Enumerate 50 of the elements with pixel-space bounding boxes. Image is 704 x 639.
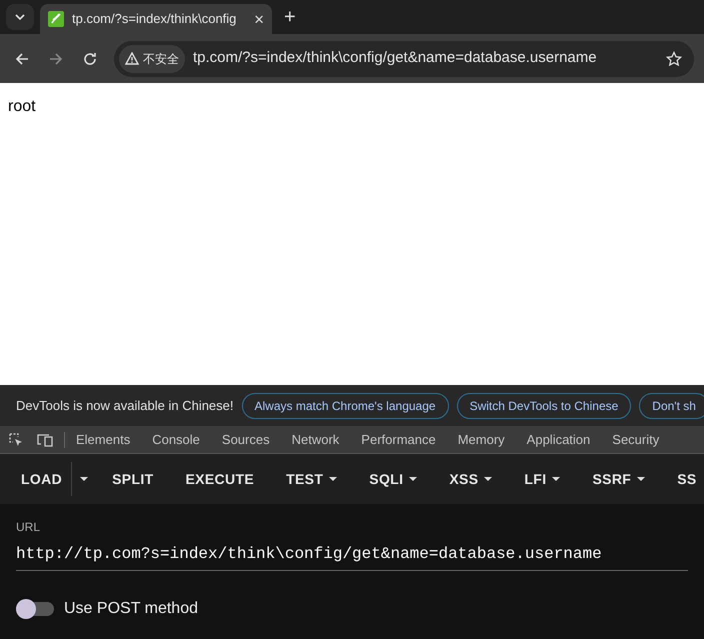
infobar-message: DevTools is now available in Chinese!	[16, 396, 234, 415]
caret-icon	[637, 477, 646, 481]
close-tab-button[interactable]: ×	[254, 10, 264, 28]
caret-icon	[80, 477, 88, 481]
menu-button[interactable]: SQLI	[353, 468, 434, 490]
menu-button[interactable]: LFI	[508, 468, 576, 490]
page-text: root	[8, 98, 36, 115]
devtools-tab[interactable]: Application	[516, 430, 602, 450]
new-tab-button[interactable]: +	[278, 7, 302, 27]
infobar-button[interactable]: Switch DevTools to Chinese	[456, 392, 632, 418]
warning-icon	[125, 52, 139, 65]
caret-icon	[409, 477, 418, 481]
url-text: tp.com/?s=index/think\config/get&name=database.username	[193, 48, 598, 68]
back-arrow-icon[interactable]	[14, 50, 30, 66]
infobar-button[interactable]: Don't sh	[639, 392, 704, 418]
devtools-tab[interactable]: Performance	[350, 430, 447, 450]
menu-button[interactable]: SSRF	[576, 468, 662, 490]
post-method-label: Use POST method	[64, 599, 198, 619]
devtools-tab[interactable]: Network	[280, 430, 350, 450]
site-favicon-icon	[48, 11, 64, 27]
device-toolbar-icon[interactable]	[36, 432, 54, 446]
url-field[interactable]: URL http://tp.com?s=index/think\config/get&name=database.username	[16, 518, 688, 571]
caret-icon	[552, 477, 560, 481]
security-label: 不安全	[143, 50, 179, 68]
devtools-tab[interactable]: Console	[141, 430, 211, 450]
star-icon[interactable]	[666, 50, 682, 66]
devtools-tab[interactable]: Security	[601, 430, 670, 450]
tab-search-button[interactable]	[6, 4, 34, 30]
security-chip[interactable]: 不安全	[119, 44, 185, 72]
caret-icon	[484, 477, 492, 481]
toolbar-button[interactable]: SS	[661, 468, 704, 490]
forward-arrow-icon[interactable]	[48, 50, 64, 66]
chevron-down-icon	[15, 14, 25, 20]
url-label: URL	[16, 519, 42, 536]
address-bar[interactable]: 不安全 tp.com/?s=index/think\config/get&name=database.username	[114, 40, 694, 76]
load-button[interactable]: LOAD	[12, 468, 72, 490]
infobar-button[interactable]: Always match Chrome's language	[242, 392, 449, 418]
toolbar-button[interactable]: EXECUTE	[169, 468, 270, 490]
reload-icon[interactable]	[82, 50, 98, 66]
post-method-toggle[interactable]	[16, 602, 54, 616]
devtools-tab[interactable]: Elements	[65, 430, 142, 450]
browser-tab[interactable]: tp.com/?s=index/think\config ×	[40, 4, 272, 34]
devtools-tab[interactable]: Memory	[446, 430, 516, 450]
menu-button[interactable]: TEST	[270, 468, 354, 490]
menu-button[interactable]: XSS	[433, 468, 508, 490]
devtools-tab[interactable]: Sources	[210, 430, 281, 450]
inspect-element-icon[interactable]	[8, 432, 24, 448]
caret-icon	[329, 477, 338, 481]
tab-title: tp.com/?s=index/think\config	[72, 10, 238, 28]
toolbar-button[interactable]: SPLIT	[96, 468, 170, 490]
